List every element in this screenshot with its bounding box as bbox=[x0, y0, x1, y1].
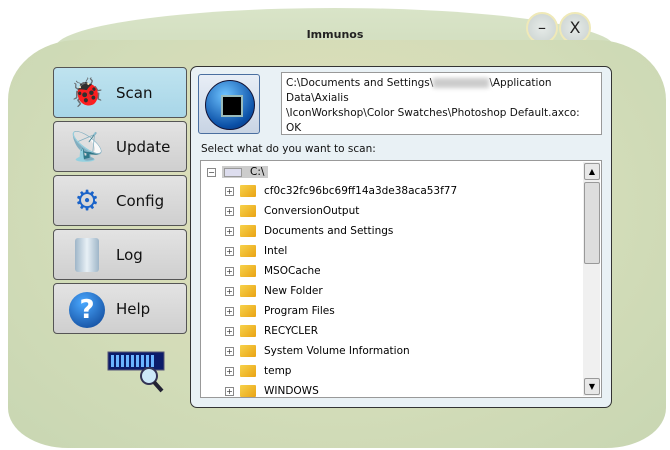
sidebar-item-label: Config bbox=[116, 192, 165, 210]
gear-icon: ⚙ bbox=[74, 184, 100, 217]
scan-prompt-label: Select what do you want to scan: bbox=[201, 143, 376, 155]
tree-item[interactable]: + cf0c32fc96bc69ff14a3de38aca53f77 bbox=[225, 181, 457, 201]
folder-icon bbox=[240, 265, 256, 277]
tree-label: temp bbox=[264, 365, 292, 377]
tree-item[interactable]: + ConversionOutput bbox=[225, 201, 359, 221]
tree-label: RECYCLER bbox=[264, 325, 319, 337]
sidebar-item-label: Help bbox=[116, 300, 151, 318]
expand-icon[interactable]: + bbox=[225, 306, 234, 316]
scroll-icon bbox=[68, 236, 106, 274]
scroll-down-button[interactable]: ▼ bbox=[584, 378, 600, 395]
expand-icon[interactable]: + bbox=[225, 226, 234, 236]
expand-icon[interactable]: + bbox=[225, 266, 234, 276]
folder-icon bbox=[240, 245, 256, 257]
redacted-username bbox=[433, 78, 490, 88]
expand-icon[interactable]: + bbox=[225, 386, 234, 396]
tree-label: C:\ bbox=[250, 166, 265, 178]
tree-label: System Volume Information bbox=[264, 345, 410, 357]
sidebar-item-label: Update bbox=[116, 138, 171, 156]
status-text: C:\Documents and Settings\ bbox=[286, 77, 434, 89]
collapse-icon[interactable]: − bbox=[207, 167, 216, 177]
scan-status-box: C:\Documents and Settings\ \Application D… bbox=[281, 72, 602, 135]
expand-icon[interactable]: + bbox=[225, 186, 234, 196]
tree-item[interactable]: + New Folder bbox=[225, 281, 323, 301]
tree-item[interactable]: + Intel bbox=[225, 241, 287, 261]
folder-icon bbox=[240, 305, 256, 317]
sidebar-item-help[interactable]: ? Help bbox=[53, 283, 187, 334]
folder-icon bbox=[240, 325, 256, 337]
status-text: \IconWorkshop\Color Swatches\Photoshop D… bbox=[286, 107, 580, 134]
folder-icon bbox=[240, 385, 256, 397]
stop-scan-button[interactable] bbox=[198, 74, 260, 134]
folder-icon bbox=[240, 285, 256, 297]
tree-item[interactable]: + System Volume Information bbox=[225, 341, 410, 361]
bug-icon: 🐞 bbox=[69, 76, 105, 109]
sidebar-item-log[interactable]: Log bbox=[53, 229, 187, 280]
folder-icon bbox=[240, 345, 256, 357]
scan-progress-logo-icon bbox=[107, 351, 165, 393]
scroll-up-button[interactable]: ▲ bbox=[584, 163, 600, 180]
folder-icon bbox=[240, 185, 256, 197]
sidebar-item-scan[interactable]: 🐞 Scan bbox=[53, 67, 187, 118]
vertical-scrollbar[interactable]: ▲ ▼ bbox=[583, 162, 600, 396]
tree-label: MSOCache bbox=[264, 265, 321, 277]
tree-item[interactable]: + Documents and Settings bbox=[225, 221, 393, 241]
question-icon: ? bbox=[68, 290, 106, 328]
tree-label: Program Files bbox=[264, 305, 335, 317]
tree-item[interactable]: + MSOCache bbox=[225, 261, 321, 281]
tree-label: Intel bbox=[264, 245, 288, 257]
tree-label: cf0c32fc96bc69ff14a3de38aca53f77 bbox=[264, 185, 458, 197]
tree-label: New Folder bbox=[264, 285, 323, 297]
expand-icon[interactable]: + bbox=[225, 366, 234, 376]
expand-icon[interactable]: + bbox=[225, 346, 234, 356]
tree-label: Documents and Settings bbox=[264, 225, 394, 237]
folder-tree[interactable]: − C:\ + cf0c32fc96bc69ff14a3de38aca53f77 + C… bbox=[200, 160, 602, 398]
stop-icon bbox=[205, 80, 255, 130]
drive-icon bbox=[224, 167, 242, 177]
sidebar-item-update[interactable]: 📡 Update bbox=[53, 121, 187, 172]
satellite-dish-icon: 📡 bbox=[69, 130, 105, 163]
expand-icon[interactable]: + bbox=[225, 206, 234, 216]
tree-item[interactable]: + RECYCLER bbox=[225, 321, 318, 341]
folder-icon bbox=[240, 205, 256, 217]
expand-icon[interactable]: + bbox=[225, 286, 234, 296]
tree-root[interactable]: − C:\ bbox=[207, 162, 269, 182]
tree-item[interactable]: + WINDOWS bbox=[225, 381, 319, 397]
sidebar-item-label: Scan bbox=[116, 84, 153, 102]
expand-icon[interactable]: + bbox=[225, 246, 234, 256]
tree-item[interactable]: + temp bbox=[225, 361, 291, 381]
tree-label: WINDOWS bbox=[264, 385, 319, 397]
folder-icon bbox=[240, 365, 256, 377]
expand-icon[interactable]: + bbox=[225, 326, 234, 336]
sidebar-item-config[interactable]: ⚙ Config bbox=[53, 175, 187, 226]
scrollbar-thumb[interactable] bbox=[584, 182, 600, 264]
tree-label: ConversionOutput bbox=[264, 205, 360, 217]
folder-icon bbox=[240, 225, 256, 237]
sidebar-item-label: Log bbox=[116, 246, 143, 264]
tree-item[interactable]: + Program Files bbox=[225, 301, 335, 321]
